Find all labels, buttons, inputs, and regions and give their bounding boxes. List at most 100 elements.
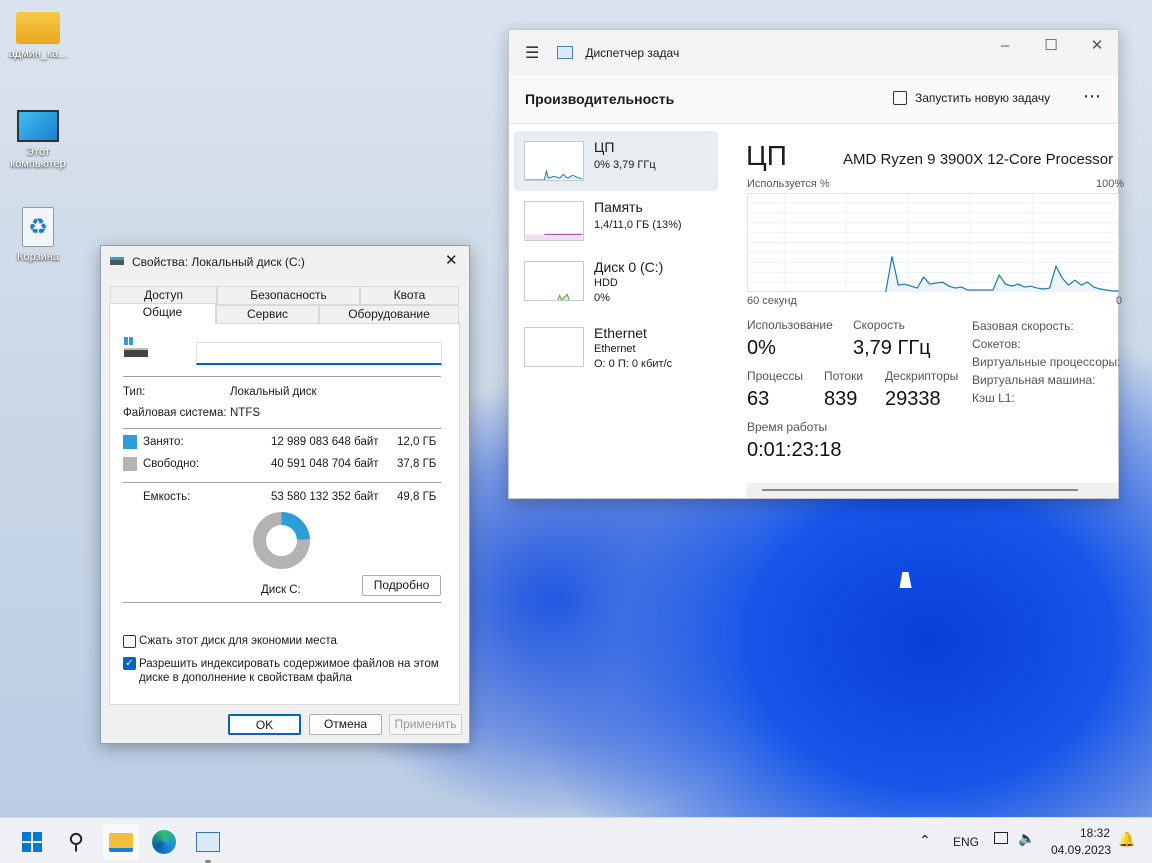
tab-security[interactable]: Безопасность (217, 286, 360, 305)
fs-label: Файловая система: (123, 407, 227, 419)
minimize-button[interactable]: – (982, 30, 1028, 60)
close-button[interactable]: ✕ (445, 251, 458, 269)
network-icon[interactable] (994, 832, 1008, 844)
app-icon (557, 46, 574, 59)
spec-cache-l1: Кэш L1: (972, 391, 1015, 405)
perf-item-cpu[interactable]: ЦП 0% 3,79 ГГц (514, 131, 718, 191)
menu-icon[interactable]: ☰ (525, 43, 539, 63)
apply-button[interactable]: Применить (389, 714, 462, 735)
start-button[interactable] (14, 824, 50, 860)
tab-hardware[interactable]: Оборудование (319, 305, 459, 324)
perf-item-sub: О: 0 П: 0 кбит/с (594, 358, 673, 370)
windows-logo-icon (22, 832, 42, 852)
disk-thumbnail (524, 261, 584, 301)
clock-time[interactable]: 18:32 (1080, 826, 1110, 840)
memory-thumbnail (524, 201, 584, 241)
show-hidden-icons[interactable]: ⌃ (919, 832, 931, 849)
taskbar-task-manager[interactable] (190, 824, 226, 863)
more-options-button[interactable]: ⋯ (1083, 86, 1101, 107)
section-title: Производительность (525, 91, 675, 107)
run-new-task-label: Запустить новую задачу (915, 91, 1051, 105)
new-task-icon (893, 91, 907, 105)
folder-icon (109, 832, 133, 852)
tab-tools[interactable]: Сервис (216, 305, 319, 324)
graph-time: 60 секунд (747, 295, 797, 307)
desktop-icon-label: Этот компьютер (10, 146, 66, 170)
capacity-label: Емкость: (143, 491, 191, 503)
task-manager-window: ☰ Диспетчер задач – ☐ ✕ Производительнос… (508, 29, 1124, 499)
used-label: Занято: (143, 436, 184, 448)
ethernet-thumbnail (524, 327, 584, 367)
volume-icon[interactable]: 🔈 (1018, 830, 1035, 847)
handles-value: 29338 (885, 388, 941, 410)
used-bytes: 12 989 083 648 байт (271, 436, 379, 448)
maximize-button[interactable]: ☐ (1028, 30, 1074, 60)
task-manager-icon (196, 832, 220, 852)
run-new-task-button[interactable]: Запустить новую задачу (893, 91, 1050, 105)
mouse-cursor (899, 572, 915, 588)
disk-properties-dialog: Свойства: Локальный диск (C:) ✕ Доступ Б… (100, 245, 470, 744)
search-button[interactable]: ⚲ (58, 824, 94, 860)
taskbar: ⚲ ⌃ ENG 🔈 18:32 04.09.2023 🔔 (0, 817, 1152, 863)
perf-item-sub: HDD (594, 277, 618, 289)
index-label[interactable]: Разрешить индексировать содержимое файло… (139, 657, 439, 685)
edge-icon (152, 830, 176, 854)
perf-item-disk[interactable]: Диск 0 (C:) HDD 0% (514, 251, 718, 311)
folder-icon (16, 12, 60, 44)
graph-label: Используется % (747, 178, 830, 190)
perf-item-title: ЦП (594, 139, 615, 155)
cpu-usage-graph (747, 193, 1119, 292)
perf-item-memory[interactable]: Память 1,4/11,0 ГБ (13%) (514, 191, 718, 251)
type-value: Локальный диск (230, 386, 317, 398)
usage-label: Использование (747, 318, 833, 332)
dialog-title: Свойства: Локальный диск (C:) (132, 255, 305, 269)
notifications-icon[interactable]: 🔔 (1118, 831, 1135, 848)
perf-item-ethernet[interactable]: Ethernet Ethernet О: 0 П: 0 кбит/с (514, 317, 718, 377)
cpu-heading: ЦП (746, 140, 787, 171)
close-button[interactable]: ✕ (1074, 30, 1120, 60)
horizontal-scrollbar[interactable] (746, 483, 1118, 498)
used-gb: 12,0 ГБ (397, 436, 437, 448)
free-label: Свободно: (143, 458, 200, 470)
used-color-swatch (123, 435, 137, 449)
free-color-swatch (123, 457, 137, 471)
details-button[interactable]: Подробно (362, 575, 441, 596)
capacity-gb: 49,8 ГБ (397, 491, 437, 503)
free-bytes: 40 591 048 704 байт (271, 458, 379, 470)
taskbar-edge[interactable] (146, 824, 182, 860)
graph-min: 0 (1116, 295, 1123, 307)
compress-label[interactable]: Сжать этот диск для экономии места (139, 635, 337, 647)
disk-name: Диск C: (261, 584, 301, 596)
desktop-icon-label: Корзина (17, 251, 59, 263)
desktop-icon-recycle-bin[interactable]: ♻ Корзина (0, 207, 76, 263)
clock-date[interactable]: 04.09.2023 (1051, 843, 1111, 857)
tab-general[interactable]: Общие (109, 303, 216, 324)
desktop-icon-this-pc[interactable]: Этот компьютер (0, 110, 76, 170)
cpu-thumbnail (524, 141, 584, 181)
ok-button[interactable]: OK (228, 714, 301, 735)
spec-vm: Виртуальная машина: (972, 373, 1096, 387)
perf-item-title: Ethernet (594, 325, 647, 341)
threads-value: 839 (824, 388, 858, 410)
tab-quota[interactable]: Квота (360, 286, 459, 305)
volume-label-input[interactable] (196, 342, 442, 365)
speed-label: Скорость (853, 318, 905, 332)
drive-icon-small (110, 257, 124, 265)
compress-checkbox[interactable] (123, 635, 136, 648)
disk-usage-donut (253, 512, 310, 569)
desktop-icon-folder[interactable]: админ_ка... (0, 12, 76, 60)
perf-item-sub: 1,4/11,0 ГБ (13%) (594, 219, 682, 231)
language-indicator[interactable]: ENG (953, 835, 979, 849)
cancel-button[interactable]: Отмена (309, 714, 382, 735)
index-checkbox[interactable]: ✓ (123, 657, 136, 670)
taskbar-explorer[interactable] (103, 824, 139, 860)
free-gb: 37,8 ГБ (397, 458, 437, 470)
monitor-icon (17, 110, 59, 142)
drive-icon (124, 337, 148, 359)
handles-label: Дескрипторы (885, 369, 959, 383)
threads-label: Потоки (824, 369, 864, 383)
usage-value: 0% (747, 337, 776, 359)
type-label: Тип: (123, 386, 146, 398)
uptime-label: Время работы (747, 420, 828, 434)
uptime-value: 0:01:23:18 (747, 439, 842, 461)
